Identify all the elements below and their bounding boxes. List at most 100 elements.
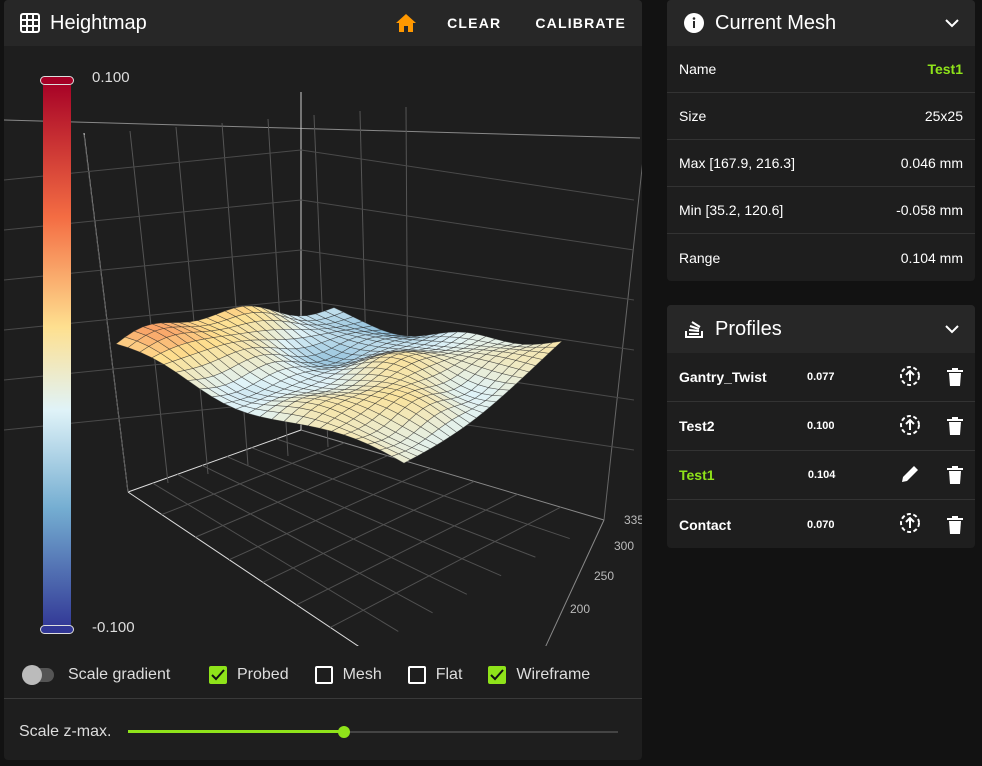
chevron-down-icon[interactable]: [945, 18, 959, 28]
load-profile-icon[interactable]: [899, 365, 921, 387]
home-icon[interactable]: [395, 13, 417, 33]
checkbox-mesh[interactable]: Mesh: [314, 666, 382, 684]
colorbar: [40, 76, 74, 634]
current-mesh-title: Current Mesh: [715, 11, 837, 34]
delete-icon[interactable]: [947, 417, 963, 435]
mesh-info-row: Min [35.2, 120.6] -0.058 mm: [667, 187, 975, 234]
checkbox-flat[interactable]: Flat: [407, 666, 462, 684]
scale-gradient-label: Scale gradient: [68, 666, 171, 683]
info-icon: [683, 12, 705, 34]
scale-gradient-toggle[interactable]: [22, 665, 54, 685]
axis-tick-label: 300: [614, 539, 634, 553]
current-mesh-header[interactable]: Current Mesh: [667, 0, 975, 46]
scale-zmax-slider[interactable]: [128, 725, 618, 739]
grid-line: [300, 149, 635, 201]
checkbox-box[interactable]: [209, 666, 227, 684]
colorbar-gradient: [43, 80, 71, 630]
colorbar-max-label: 0.100: [92, 69, 130, 86]
grid-line: [152, 482, 399, 632]
grid-line: [300, 249, 635, 301]
mesh-info-label: Range: [679, 249, 721, 266]
checkbox-probed[interactable]: Probed: [209, 666, 289, 684]
mesh-info-label: Min [35.2, 120.6]: [679, 202, 784, 218]
profile-name[interactable]: Test2: [679, 418, 791, 434]
mesh-info-value: 25x25: [924, 108, 963, 124]
mesh-info-value: Test1: [927, 61, 963, 77]
slider-thumb[interactable]: [337, 726, 350, 738]
chevron-down-icon[interactable]: [945, 324, 959, 334]
checkbox-label: Wireframe: [516, 666, 591, 683]
divider: [4, 698, 642, 699]
mesh-info-value: 0.046 mm: [900, 155, 963, 171]
checkbox-label: Probed: [237, 666, 289, 683]
clear-button[interactable]: CLEAR: [447, 15, 501, 31]
grid-line: [296, 493, 518, 606]
profile-name[interactable]: Test1: [679, 467, 792, 483]
mesh-info-value: 0.104 mm: [900, 249, 963, 266]
delete-icon[interactable]: [947, 515, 963, 534]
current-mesh-card: Current Mesh Name Test1 Size 25x25 Max [167.…: [667, 0, 975, 281]
profile-row[interactable]: Contact 0.070: [667, 500, 975, 548]
profile-row[interactable]: Test1 0.104: [667, 451, 975, 500]
load-profile-icon[interactable]: [899, 512, 921, 534]
profile-row[interactable]: Gantry_Twist 0.077: [667, 353, 975, 402]
mesh-info-row: Range 0.104 mm: [667, 234, 975, 281]
mesh-info-label: Max [167.9, 216.3]: [679, 155, 795, 171]
heightmap-header: Heightmap CLEAR CALIBRATE: [4, 0, 642, 46]
axis-line: [4, 119, 641, 139]
axis-line: [603, 163, 642, 521]
grid-line: [129, 130, 169, 484]
scale-zmax-label: Scale z-max.: [19, 723, 112, 740]
layers-icon: [683, 318, 705, 340]
axis-tick-label: 335: [624, 513, 642, 527]
profile-name[interactable]: Gantry_Twist: [679, 369, 791, 385]
profiles-header[interactable]: Profiles: [667, 305, 975, 353]
display-options: Scale gradient Probed Mesh Flat Wireframe: [22, 665, 632, 685]
profile-range: 0.104: [807, 469, 836, 481]
checkbox-box[interactable]: [488, 666, 507, 684]
grid-line: [251, 447, 536, 558]
colorbar-min-label: -0.100: [92, 619, 135, 636]
load-profile-icon[interactable]: [899, 414, 921, 436]
axis-tick-label: 200: [570, 602, 590, 616]
grid-line: [228, 468, 432, 561]
heightmap-3d-plot[interactable]: 335 300 250 200: [4, 46, 642, 646]
checkbox-box[interactable]: [407, 666, 426, 684]
grid-line: [175, 126, 209, 475]
colorbar-max-handle[interactable]: [40, 76, 74, 85]
grid-line: [276, 438, 570, 540]
checkbox-wireframe[interactable]: Wireframe: [488, 666, 590, 684]
grid-line: [83, 134, 129, 493]
grid-line: [226, 456, 502, 577]
grid-line: [330, 506, 561, 628]
mesh-info-value: -0.058 mm: [896, 202, 963, 218]
checkbox-label: Mesh: [342, 666, 382, 683]
profile-range: 0.100: [807, 420, 835, 432]
delete-icon[interactable]: [947, 368, 963, 386]
colorbar-min-handle[interactable]: [40, 625, 74, 634]
mesh-info-row: Size 25x25: [667, 93, 975, 140]
profile-name[interactable]: Contact: [679, 517, 791, 533]
axis-line: [127, 429, 302, 493]
grid-line: [195, 455, 388, 538]
calibrate-button[interactable]: CALIBRATE: [535, 15, 626, 31]
checkbox-box[interactable]: [314, 666, 333, 684]
page-title: Heightmap: [50, 11, 147, 34]
profile-range: 0.070: [807, 518, 835, 531]
mesh-info-row: Max [167.9, 216.3] 0.046 mm: [667, 140, 975, 187]
pencil-icon[interactable]: [900, 464, 920, 484]
heightmap-card: Heightmap CLEAR CALIBRATE 335 300 250 200 0…: [4, 0, 642, 760]
grid-line: [161, 442, 345, 516]
mesh-info-label: Size: [679, 108, 707, 124]
profiles-title: Profiles: [715, 317, 782, 340]
mesh-info-row: Name Test1: [667, 46, 975, 93]
grid-line: [177, 473, 433, 614]
profile-row[interactable]: Test2 0.100: [667, 402, 975, 451]
mesh-info-label: Name: [679, 61, 717, 77]
delete-icon[interactable]: [947, 466, 963, 484]
grid-icon: [20, 13, 40, 33]
grid-line: [201, 464, 468, 595]
checkbox-group: Probed Mesh Flat Wireframe: [209, 666, 590, 684]
axis-tick-label: 250: [594, 569, 614, 583]
profile-range: 0.077: [807, 371, 835, 383]
